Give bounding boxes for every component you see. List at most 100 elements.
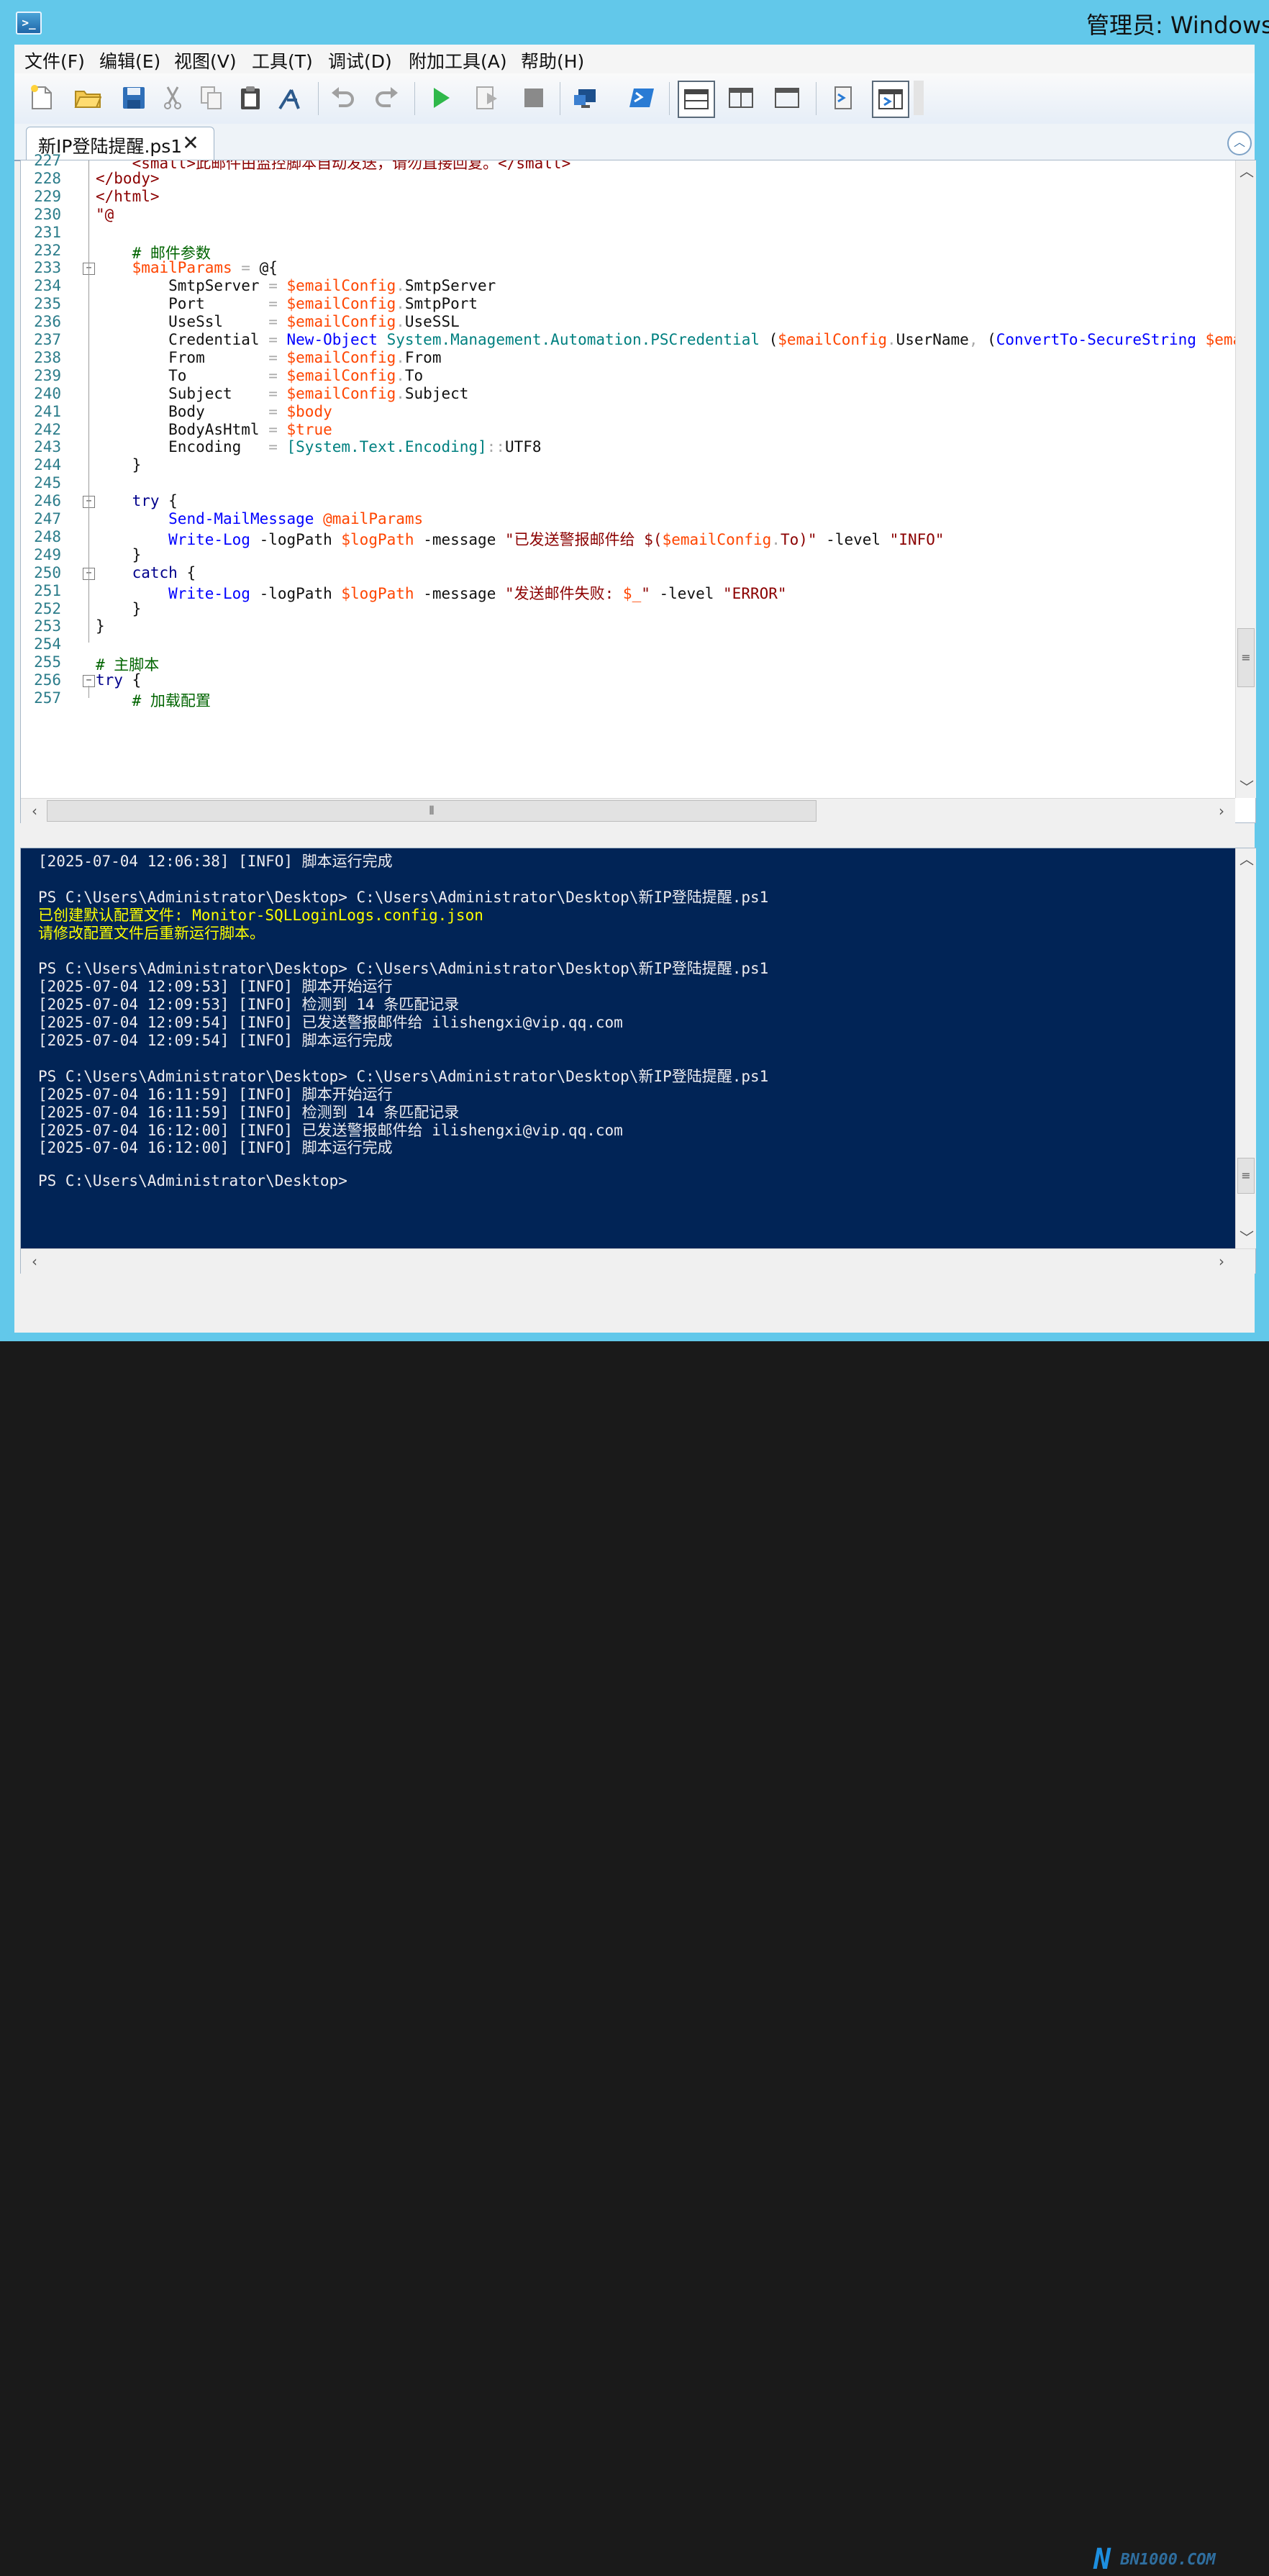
open-icon[interactable] [70, 81, 105, 115]
menu-file[interactable]: 文件(F) [24, 47, 85, 73]
code-line[interactable]: "@ [96, 206, 114, 223]
copy-icon[interactable] [194, 81, 229, 115]
layout-top-icon[interactable] [678, 81, 715, 118]
code-line[interactable]: BodyAsHtml = $true [96, 421, 332, 438]
menu-tools[interactable]: 工具(T) [252, 47, 313, 73]
code-line[interactable]: try { [96, 671, 141, 689]
editor-horizontal-scrollbar[interactable]: ‹ ⦀ › [21, 798, 1235, 823]
code-line[interactable]: </html> [96, 188, 160, 205]
script-editor[interactable]: 227 228 229 230 231 232 233 234 235 236 237 238 239 2… [20, 152, 1256, 823]
title-bar[interactable]: >_ 管理员: Windows P [0, 0, 1269, 45]
undo-icon[interactable] [325, 81, 360, 115]
code-line[interactable]: catch { [96, 564, 196, 581]
redo-icon[interactable] [370, 81, 404, 115]
code-token: } [96, 617, 105, 635]
code-token: To [96, 366, 269, 384]
scroll-thumb[interactable]: ≡ [1237, 628, 1255, 687]
code-line[interactable]: UseSsl = $emailConfig.UseSSL [96, 313, 460, 330]
scroll-down-icon[interactable]: ﹀ [1236, 776, 1257, 798]
code-line[interactable]: Send-MailMessage @mailParams [96, 510, 423, 527]
code-line[interactable]: # 加载配置 [96, 689, 211, 711]
scroll-up-icon[interactable]: ︿ [1236, 160, 1257, 182]
menu-debug[interactable]: 调试(D) [328, 47, 392, 73]
toolbar-overflow-icon[interactable] [914, 81, 924, 115]
save-icon[interactable] [117, 81, 151, 115]
layout-right-icon[interactable] [724, 81, 758, 115]
code-token: -message [414, 530, 505, 548]
code-token: } [96, 456, 142, 474]
code-token: = [268, 313, 287, 331]
code-line[interactable]: try { [96, 492, 178, 509]
menu-edit[interactable]: 编辑(E) [99, 47, 160, 73]
status-bar: N BN1000.COM [14, 1287, 1255, 2576]
code-token: . [396, 384, 405, 402]
scroll-left-icon[interactable]: ‹ [24, 1251, 45, 1272]
console-output[interactable]: [2025-07-04 12:06:38] [INFO] 脚本运行完成 PS C:… [21, 848, 1235, 1248]
code-line[interactable]: } [96, 617, 105, 635]
clear-console-icon[interactable] [272, 81, 306, 115]
run-icon[interactable] [424, 81, 459, 115]
code-line[interactable]: From = $emailConfig.From [96, 349, 441, 366]
close-icon[interactable]: ✕ [181, 133, 201, 153]
menu-view[interactable]: 视图(V) [174, 47, 237, 73]
scroll-up-icon[interactable]: ︿ [1236, 848, 1257, 870]
menu-help[interactable]: 帮助(H) [521, 47, 584, 73]
scroll-down-icon[interactable]: ﹀ [1236, 1227, 1257, 1248]
scroll-thumb[interactable]: ⦀ [47, 800, 817, 822]
scroll-left-icon[interactable]: ‹ [24, 800, 45, 822]
console-vertical-scrollbar[interactable]: ︿ ≡ ﹀ [1235, 848, 1256, 1248]
code-line[interactable]: $mailParams = @{ [96, 259, 278, 276]
code-token: Encoding [96, 438, 269, 456]
scroll-right-icon[interactable]: › [1211, 1251, 1232, 1272]
code-token: To [404, 366, 424, 384]
run-selection-icon[interactable] [470, 81, 505, 115]
remote-powershell-icon[interactable] [568, 81, 603, 115]
code-token: $true [286, 420, 332, 438]
cut-icon[interactable] [155, 81, 190, 115]
code-token: $emailConfig [286, 348, 396, 366]
chevron-up-icon[interactable]: ︿ [1227, 131, 1252, 155]
code-token: Write-Log [168, 530, 250, 548]
code-token: catch [132, 563, 178, 581]
addon-pane-icon[interactable] [872, 81, 909, 118]
code-token: UserName [896, 331, 969, 348]
stop-icon[interactable] [517, 81, 551, 115]
code-line[interactable]: } [96, 600, 142, 617]
code-token: -message [414, 584, 505, 602]
code-line[interactable]: } [96, 456, 142, 474]
code-line[interactable]: Body = $body [96, 403, 332, 420]
watermark-logo: N BN1000.COM [1093, 2543, 1216, 2576]
editor-vertical-scrollbar[interactable]: ︿ ≡ ﹀ [1235, 160, 1256, 798]
menu-addons[interactable]: 附加工具(A) [409, 47, 507, 73]
code-line[interactable]: Subject = $emailConfig.Subject [96, 385, 468, 402]
show-commands-icon[interactable] [826, 81, 860, 115]
code-line[interactable]: Write-Log -logPath $logPath -message "已发… [96, 528, 944, 550]
powershell-console-icon[interactable] [624, 81, 659, 115]
code-area[interactable]: <small>此邮件由监控脚本自动发送，请勿直接回复。</small> </bod… [21, 160, 1235, 822]
code-line[interactable]: Port = $emailConfig.SmtpPort [96, 295, 478, 312]
code-line[interactable]: SmtpServer = $emailConfig.SmtpServer [96, 277, 496, 294]
code-line[interactable]: <small>此邮件由监控脚本自动发送，请勿直接回复。</small> [96, 160, 571, 173]
new-file-icon[interactable] [24, 81, 59, 115]
code-line[interactable]: Credential = New-Object System.Managemen… [96, 331, 1235, 348]
window-bottom-border [0, 1333, 1269, 1341]
code-line[interactable]: Write-Log -logPath $logPath -message "发送… [96, 582, 786, 604]
console-line: [2025-07-04 12:09:54] [INFO] 脚本运行完成 [38, 1032, 393, 1049]
code-line[interactable]: </body> [96, 170, 160, 187]
scroll-thumb[interactable]: ≡ [1237, 1158, 1255, 1194]
code-token: UseSsl [96, 313, 269, 331]
paste-icon[interactable] [233, 81, 268, 115]
scroll-right-icon[interactable]: › [1211, 800, 1232, 822]
console-horizontal-scrollbar[interactable]: ‹ › [21, 1248, 1255, 1274]
layout-max-icon[interactable] [770, 81, 804, 115]
code-line[interactable]: } [96, 546, 142, 563]
console-pane[interactable]: [2025-07-04 12:06:38] [INFO] 脚本运行完成 PS C:… [20, 848, 1256, 1274]
code-line[interactable]: To = $emailConfig.To [96, 367, 423, 384]
script-tab-strip: 新IP登陆提醒.ps1 ✕ ︿ [14, 124, 1255, 161]
code-token: :: [486, 438, 505, 456]
code-token: = [268, 402, 287, 420]
code-line[interactable]: Encoding = [System.Text.Encoding]::UTF8 [96, 438, 541, 456]
code-token: SmtpPort [404, 295, 478, 313]
